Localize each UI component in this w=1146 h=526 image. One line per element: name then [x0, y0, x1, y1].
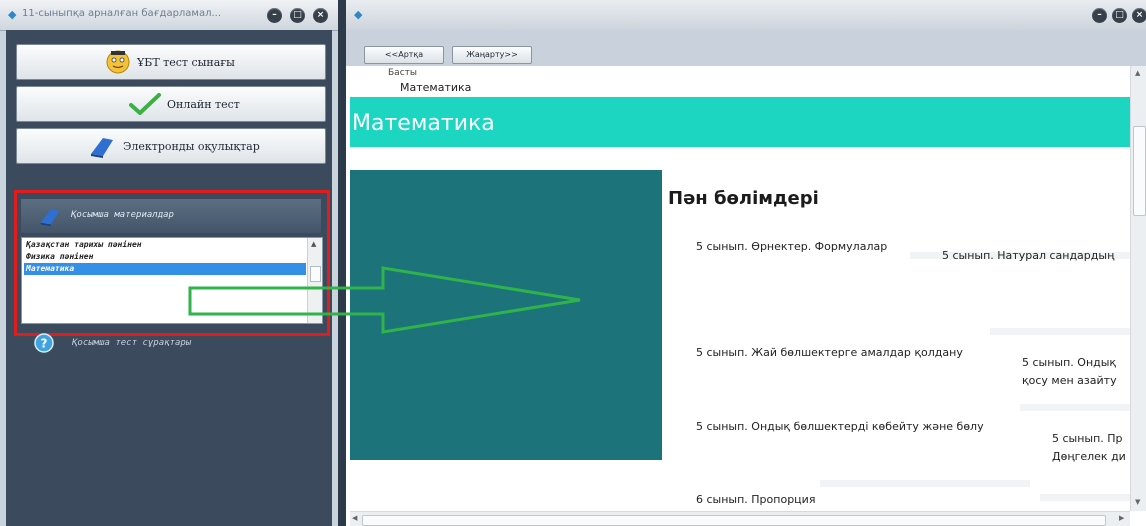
e-textbooks-button[interactable]: Электронды оқулықтар — [16, 128, 326, 164]
extra-materials-list[interactable]: Қазақстан тарихы пәнінен Физика пәнінен … — [21, 237, 323, 324]
hero-title: Математика — [352, 111, 495, 136]
ubt-test-label: ҰБТ тест сынағы — [137, 56, 235, 69]
maximize-icon[interactable]: □ — [1112, 8, 1127, 23]
topic-link[interactable]: 5 сынып. Пр — [1052, 432, 1123, 445]
topic-link[interactable]: 5 сынып. Өрнектер. Формулалар — [696, 240, 887, 253]
list-item[interactable]: Қазақстан тарихы пәнінен — [24, 239, 306, 251]
extra-materials-label: Қосымша материалдар — [71, 210, 174, 220]
topic-link[interactable]: 6 сынып. Пропорция — [696, 493, 815, 506]
online-test-button[interactable]: Онлайн тест — [16, 86, 326, 122]
list-scroll-thumb[interactable] — [310, 266, 321, 282]
window-divider — [338, 0, 346, 526]
extra-materials-header[interactable]: Қосымша материалдар — [21, 199, 321, 233]
app-icon: ◆ — [354, 8, 363, 21]
topic-link[interactable]: қосу мен азайту — [1022, 374, 1117, 387]
right-window: ◆ – □ × <<Артқа Жаңарту>> Басты Математи… — [346, 0, 1146, 526]
left-titlebar: ◆ 11-сыныпқа арналған бағдарламал... – □… — [0, 0, 338, 31]
back-button[interactable]: <<Артқа — [364, 46, 444, 64]
left-panel: ҰБТ тест сынағы Онлайн тест Электронды о… — [6, 30, 332, 526]
list-scrollbar[interactable]: ▲ — [307, 238, 322, 323]
browser-view: Басты Математика Математика Пән бөлімдер… — [350, 66, 1146, 526]
minimize-icon[interactable]: – — [267, 8, 282, 23]
right-titlebar: ◆ – □ × — [346, 0, 1146, 30]
close-icon[interactable]: × — [1132, 8, 1146, 23]
book-icon — [91, 138, 113, 158]
help-icon: ? — [34, 333, 54, 353]
topic-link[interactable]: 5 сынып. Ондық бөлшектерді көбейту және … — [696, 420, 984, 433]
scroll-up-icon[interactable]: ▲ — [311, 240, 316, 248]
checkmark-icon — [129, 93, 161, 115]
online-test-label: Онлайн тест — [167, 98, 240, 111]
image-placeholder — [350, 170, 662, 460]
left-window-title: 11-сыныпқа арналған бағдарламал... — [22, 8, 222, 19]
divider — [1040, 494, 1130, 501]
scroll-down-icon[interactable]: ▼ — [1135, 498, 1140, 506]
svg-text:?: ? — [41, 337, 48, 351]
divider — [990, 328, 1130, 335]
close-icon[interactable]: × — [313, 8, 328, 23]
minimize-icon[interactable]: – — [1092, 8, 1107, 23]
left-window: ◆ 11-сыныпқа арналған бағдарламал... – □… — [0, 0, 338, 526]
topic-link[interactable]: Дөңгелек ди — [1052, 450, 1126, 463]
list-item-selected[interactable]: Математика — [24, 263, 306, 275]
refresh-button[interactable]: Жаңарту>> — [452, 46, 532, 64]
extra-tests-label: Қосымша тест сұрақтары — [72, 338, 192, 348]
horizontal-scrollbar[interactable]: ◀ ▶ — [350, 511, 1130, 526]
scroll-up-icon[interactable]: ▲ — [1135, 69, 1140, 77]
horizontal-scroll-thumb[interactable] — [362, 515, 1106, 526]
breadcrumb-home[interactable]: Басты — [388, 69, 417, 78]
scroll-right-icon[interactable]: ▶ — [1119, 514, 1124, 522]
scroll-left-icon[interactable]: ◀ — [352, 514, 357, 522]
student-icon — [106, 50, 130, 74]
app-icon: ◆ — [8, 8, 17, 21]
extra-tests-item[interactable]: ? Қосымша тест сұрақтары — [32, 333, 322, 353]
page-content: Басты Математика Математика Пән бөлімдер… — [350, 66, 1130, 511]
e-textbooks-label: Электронды оқулықтар — [123, 140, 260, 153]
list-item[interactable]: Физика пәнінен — [24, 251, 306, 263]
topic-link[interactable]: 5 сынып. Натурал сандардың — [942, 249, 1114, 262]
divider — [1020, 404, 1130, 411]
ubt-test-button[interactable]: ҰБТ тест сынағы — [16, 44, 326, 80]
breadcrumb-current: Математика — [400, 81, 472, 94]
vertical-scrollbar[interactable]: ▲ ▼ — [1130, 66, 1146, 511]
topic-link[interactable]: 5 сынып. Ондық — [1022, 356, 1116, 369]
right-toolbar: <<Артқа Жаңарту>> — [346, 30, 1146, 66]
sections-heading: Пән бөлімдері — [668, 188, 819, 209]
maximize-icon[interactable]: □ — [290, 8, 305, 23]
book-icon — [40, 209, 60, 227]
hero-banner: Математика — [350, 97, 1130, 147]
vertical-scroll-thumb[interactable] — [1133, 126, 1146, 216]
topic-link[interactable]: 5 сынып. Жай бөлшектерге амалдар қолдану — [696, 346, 963, 359]
divider — [820, 480, 1030, 487]
extra-materials-highlight: Қосымша материалдар Қазақстан тарихы пән… — [14, 190, 330, 336]
